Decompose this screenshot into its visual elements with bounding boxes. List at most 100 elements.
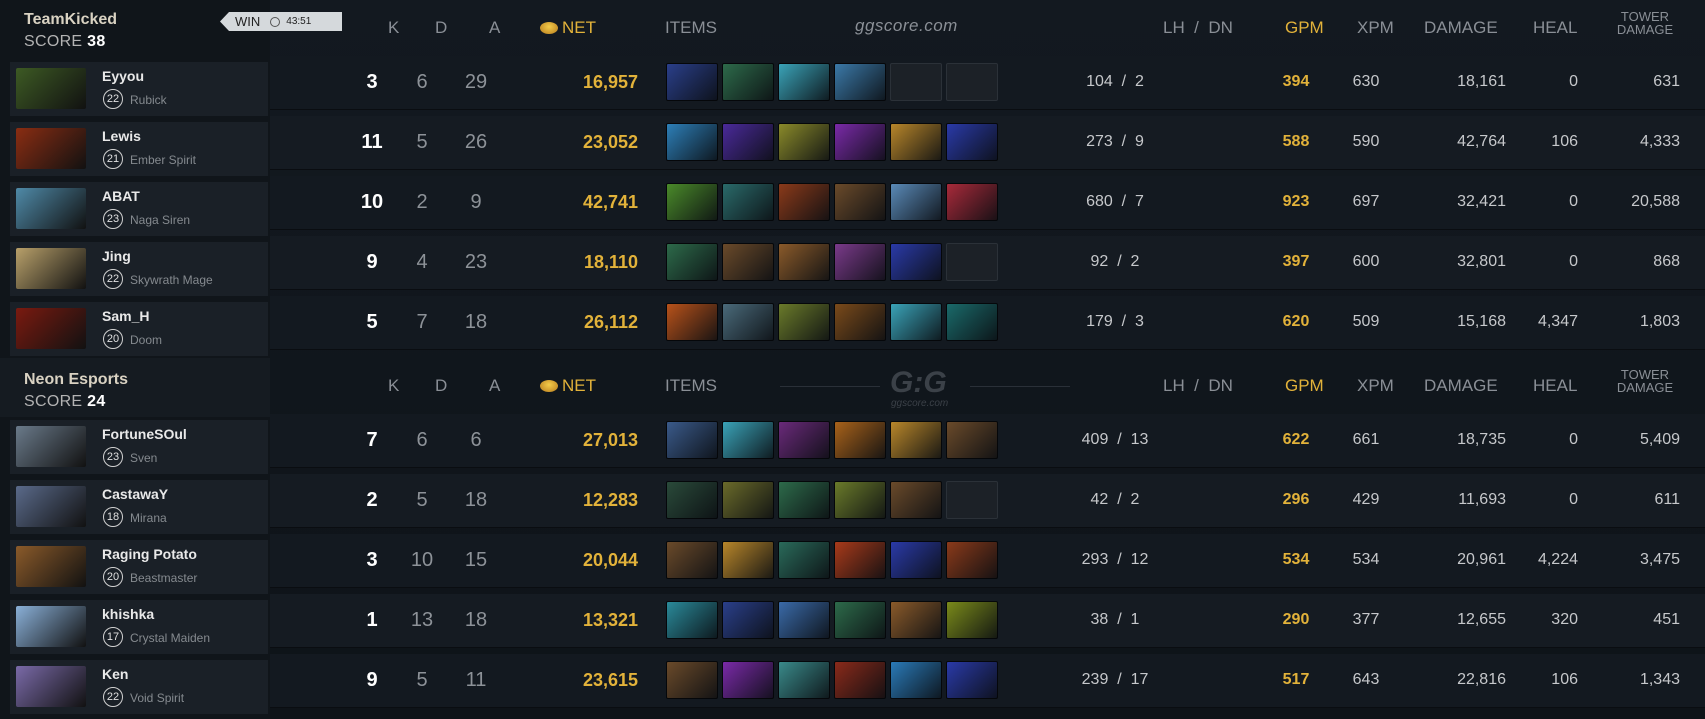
item-icon[interactable]: [778, 421, 830, 459]
item-icon[interactable]: [834, 661, 886, 699]
item-icon[interactable]: [778, 183, 830, 221]
item-icon[interactable]: [778, 303, 830, 341]
item-icon[interactable]: [834, 421, 886, 459]
item-icon[interactable]: [722, 243, 774, 281]
item-icon[interactable]: [834, 183, 886, 221]
damage-value: 15,168: [1457, 313, 1506, 330]
item-icon[interactable]: [666, 601, 718, 639]
tower-damage-value: 611: [1654, 491, 1680, 508]
item-icon[interactable]: [834, 123, 886, 161]
item-icon[interactable]: [890, 243, 942, 281]
item-icon[interactable]: [946, 183, 998, 221]
assists: 9: [470, 191, 482, 213]
player-card[interactable]: ABAT 23 Naga Siren: [10, 182, 268, 236]
table-row: 7 6 6 27,013 409 / 13 622 661 18,735 0 5,409: [270, 414, 1705, 468]
item-icon[interactable]: [778, 541, 830, 579]
item-icon[interactable]: [722, 421, 774, 459]
hero-name: Beastmaster: [130, 571, 198, 585]
logo-subtitle: ggscore.com: [891, 398, 949, 409]
player-card[interactable]: Ken 22 Void Spirit: [10, 660, 268, 714]
item-icon[interactable]: [666, 541, 718, 579]
gpm-value: 534: [1282, 551, 1310, 568]
player-name[interactable]: Ken: [102, 666, 128, 682]
empty-item-slot: [946, 63, 998, 101]
item-icon[interactable]: [778, 481, 830, 519]
item-icon[interactable]: [666, 481, 718, 519]
player-card[interactable]: Eyyou 22 Rubick: [10, 62, 268, 116]
item-icon[interactable]: [666, 123, 718, 161]
item-icon[interactable]: [834, 63, 886, 101]
player-card[interactable]: Lewis 21 Ember Spirit: [10, 122, 268, 176]
item-icon[interactable]: [778, 63, 830, 101]
tower-damage-value: 5,409: [1639, 431, 1680, 448]
item-icon[interactable]: [666, 63, 718, 101]
player-name[interactable]: Lewis: [102, 128, 141, 144]
item-icon[interactable]: [666, 421, 718, 459]
item-slots: [666, 661, 998, 701]
score-label: SCORE: [24, 33, 83, 50]
item-icon[interactable]: [666, 303, 718, 341]
tower-damage-value: 20,588: [1631, 193, 1680, 210]
hero-name: Rubick: [130, 93, 167, 107]
player-name[interactable]: Sam_H: [102, 308, 149, 324]
item-icon[interactable]: [722, 63, 774, 101]
player-name[interactable]: FortuneSOul: [102, 426, 187, 442]
item-icon[interactable]: [722, 303, 774, 341]
item-icon[interactable]: [946, 541, 998, 579]
player-name[interactable]: khishka: [102, 606, 154, 622]
hero-name: Mirana: [130, 511, 167, 525]
item-icon[interactable]: [946, 421, 998, 459]
item-icon[interactable]: [890, 183, 942, 221]
item-icon[interactable]: [946, 123, 998, 161]
item-icon[interactable]: [834, 481, 886, 519]
player-card[interactable]: Sam_H 20 Doom: [10, 302, 268, 356]
player-card[interactable]: Raging Potato 20 Beastmaster: [10, 540, 268, 594]
item-icon[interactable]: [890, 123, 942, 161]
table-header: K D A NET ITEMS ggscore.com LH / DN GPM XPM DAMAG…: [270, 0, 1705, 56]
item-icon[interactable]: [722, 183, 774, 221]
item-icon[interactable]: [666, 661, 718, 699]
hero-name: Doom: [130, 333, 163, 347]
item-icon[interactable]: [778, 123, 830, 161]
item-icon[interactable]: [946, 601, 998, 639]
item-icon[interactable]: [890, 421, 942, 459]
item-icon[interactable]: [946, 303, 998, 341]
item-icon[interactable]: [946, 661, 998, 699]
item-icon[interactable]: [778, 601, 830, 639]
player-name[interactable]: Jing: [102, 248, 131, 264]
col-header-items: ITEMS: [665, 18, 717, 37]
player-name[interactable]: Raging Potato: [102, 546, 197, 562]
player-card[interactable]: khishka 17 Crystal Maiden: [10, 600, 268, 654]
item-icon[interactable]: [834, 303, 886, 341]
item-icon[interactable]: [890, 303, 942, 341]
player-card[interactable]: FortuneSOul 23 Sven: [10, 420, 268, 474]
item-icon[interactable]: [666, 183, 718, 221]
item-icon[interactable]: [834, 601, 886, 639]
item-icon[interactable]: [722, 661, 774, 699]
player-name[interactable]: Eyyou: [102, 68, 144, 84]
item-icon[interactable]: [722, 541, 774, 579]
item-slots: [666, 183, 998, 223]
empty-item-slot: [946, 243, 998, 281]
player-card[interactable]: CastawaY 18 Mirana: [10, 480, 268, 534]
item-icon[interactable]: [890, 481, 942, 519]
item-icon[interactable]: [778, 243, 830, 281]
player-name[interactable]: CastawaY: [102, 486, 168, 502]
item-icon[interactable]: [834, 243, 886, 281]
player-card[interactable]: Jing 22 Skywrath Mage: [10, 242, 268, 296]
item-icon[interactable]: [778, 661, 830, 699]
item-icon[interactable]: [890, 541, 942, 579]
col-header-a: A: [489, 18, 501, 37]
assists: 18: [464, 609, 488, 631]
item-icon[interactable]: [890, 661, 942, 699]
player-name[interactable]: ABAT: [102, 188, 140, 204]
item-icon[interactable]: [890, 601, 942, 639]
item-icon[interactable]: [666, 243, 718, 281]
assists: 29: [464, 71, 488, 93]
item-icon[interactable]: [722, 601, 774, 639]
result-label: WIN: [235, 14, 261, 29]
item-icon[interactable]: [722, 123, 774, 161]
item-icon[interactable]: [722, 481, 774, 519]
item-icon[interactable]: [834, 541, 886, 579]
xpm-value: 697: [1352, 193, 1380, 210]
